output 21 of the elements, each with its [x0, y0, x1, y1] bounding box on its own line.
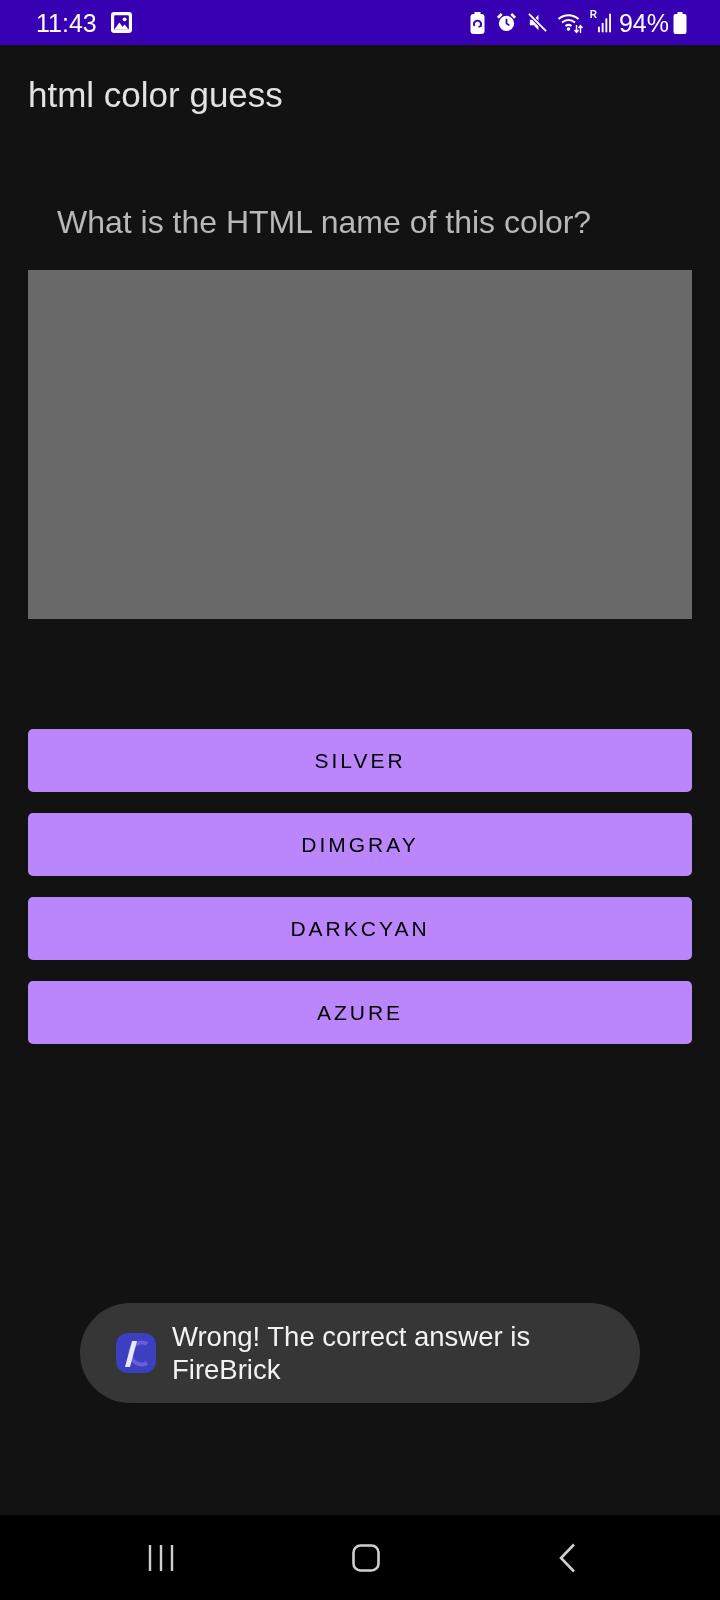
app-icon	[116, 1333, 156, 1373]
battery-icon	[673, 11, 687, 34]
recent-apps-icon[interactable]	[148, 1543, 174, 1572]
question-text: What is the HTML name of this color?	[57, 203, 592, 241]
status-time: 11:43	[36, 8, 97, 37]
battery-saver-icon	[469, 11, 485, 34]
home-icon[interactable]	[352, 1543, 380, 1572]
answer-button[interactable]: AZURE	[28, 981, 692, 1044]
alarm-clock-icon	[495, 12, 517, 33]
toast-message: Wrong! The correct answer is FireBrick	[172, 1320, 532, 1386]
answer-button[interactable]: DARKCYAN	[28, 897, 692, 960]
answer-button[interactable]: DIMGRAY	[28, 813, 692, 876]
answer-button[interactable]: SILVER	[28, 729, 692, 792]
wifi-icon	[556, 11, 584, 34]
app-title: html color guess	[28, 75, 283, 115]
back-icon[interactable]	[558, 1542, 576, 1573]
image-icon	[110, 12, 132, 33]
mute-icon	[526, 12, 548, 33]
roaming-indicator: R	[589, 10, 597, 20]
signal-icon	[597, 12, 611, 33]
battery-percentage: 94%	[618, 8, 669, 37]
